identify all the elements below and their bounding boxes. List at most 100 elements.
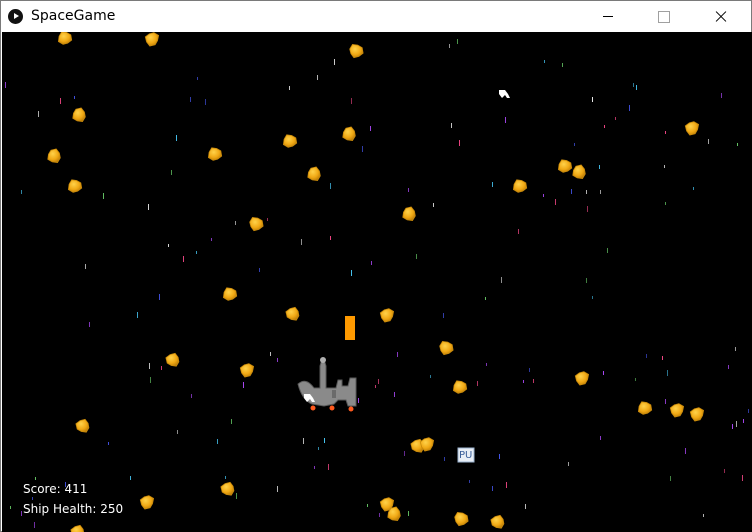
star bbox=[103, 193, 104, 199]
star bbox=[708, 139, 709, 144]
alien-creature bbox=[499, 90, 510, 98]
star bbox=[351, 270, 352, 276]
star bbox=[743, 419, 744, 423]
star bbox=[38, 111, 39, 117]
star bbox=[89, 322, 90, 327]
star bbox=[236, 493, 237, 499]
star bbox=[724, 469, 725, 473]
minimize-button[interactable] bbox=[585, 1, 631, 32]
game-window: SpaceGame PU Score: 411 Ship Health: 250 bbox=[0, 0, 752, 532]
star bbox=[375, 385, 376, 388]
star bbox=[635, 378, 636, 381]
star bbox=[397, 352, 398, 357]
asteroid bbox=[307, 166, 321, 182]
star bbox=[289, 86, 290, 90]
star bbox=[351, 98, 352, 104]
asteroid bbox=[239, 363, 255, 378]
star bbox=[732, 424, 733, 429]
star bbox=[506, 482, 507, 488]
star bbox=[693, 187, 694, 190]
play-circle-icon bbox=[8, 9, 23, 24]
star bbox=[328, 464, 329, 470]
star bbox=[149, 363, 150, 369]
star bbox=[600, 190, 601, 194]
star bbox=[525, 504, 526, 509]
star bbox=[615, 117, 616, 120]
asteroid bbox=[349, 43, 364, 59]
star bbox=[603, 371, 604, 375]
star bbox=[85, 264, 86, 269]
star bbox=[685, 448, 686, 454]
asteroid-field bbox=[47, 32, 705, 532]
star bbox=[587, 206, 588, 212]
asteroid bbox=[439, 340, 454, 356]
star bbox=[604, 125, 605, 128]
star bbox=[646, 354, 647, 358]
star bbox=[330, 183, 331, 189]
star bbox=[74, 96, 75, 99]
star bbox=[108, 442, 109, 445]
star bbox=[444, 457, 445, 461]
asteroid bbox=[689, 407, 705, 422]
star bbox=[205, 99, 206, 105]
asteroid bbox=[490, 514, 505, 529]
asteroid bbox=[285, 306, 300, 321]
asteroid bbox=[557, 159, 573, 173]
star bbox=[317, 75, 318, 80]
star bbox=[371, 261, 372, 265]
star bbox=[586, 278, 587, 283]
star bbox=[404, 451, 405, 456]
star bbox=[358, 398, 359, 403]
star bbox=[568, 462, 569, 466]
star bbox=[469, 480, 470, 483]
star bbox=[523, 380, 524, 383]
asteroid bbox=[282, 134, 298, 148]
star bbox=[301, 239, 302, 245]
star bbox=[416, 254, 417, 259]
star bbox=[303, 438, 304, 444]
game-canvas[interactable]: PU Score: 411 Ship Health: 250 bbox=[2, 32, 752, 532]
health-display: Ship Health: 250 bbox=[23, 502, 123, 516]
star bbox=[408, 188, 409, 192]
window-title: SpaceGame bbox=[31, 8, 116, 24]
asteroid bbox=[57, 32, 73, 45]
star bbox=[748, 409, 749, 413]
star bbox=[177, 430, 178, 434]
star bbox=[159, 294, 160, 300]
star bbox=[190, 97, 191, 102]
star bbox=[665, 202, 666, 205]
star bbox=[544, 60, 545, 63]
asteroid bbox=[512, 179, 528, 193]
star bbox=[499, 454, 500, 459]
asteroid bbox=[342, 126, 356, 142]
star bbox=[211, 238, 212, 241]
star bbox=[130, 476, 131, 480]
close-button[interactable] bbox=[697, 1, 743, 32]
star bbox=[318, 447, 319, 450]
star bbox=[629, 105, 630, 111]
star bbox=[451, 123, 452, 128]
asteroid bbox=[572, 164, 586, 180]
star bbox=[5, 82, 6, 88]
star bbox=[501, 277, 502, 283]
star bbox=[367, 504, 368, 507]
star bbox=[742, 475, 743, 481]
star bbox=[562, 63, 563, 67]
star bbox=[571, 189, 572, 194]
star bbox=[477, 381, 478, 386]
star bbox=[35, 477, 36, 480]
maximize-button[interactable] bbox=[641, 1, 687, 32]
asteroid bbox=[165, 352, 180, 367]
star bbox=[592, 296, 593, 299]
score-display: Score: 411 bbox=[23, 482, 87, 496]
star bbox=[665, 131, 666, 134]
star bbox=[586, 190, 587, 194]
star bbox=[486, 363, 487, 366]
star bbox=[32, 497, 33, 500]
star bbox=[150, 377, 151, 383]
title-bar[interactable]: SpaceGame bbox=[1, 1, 751, 32]
star bbox=[662, 356, 663, 360]
star bbox=[735, 347, 736, 351]
star bbox=[225, 476, 226, 479]
star bbox=[600, 436, 601, 440]
